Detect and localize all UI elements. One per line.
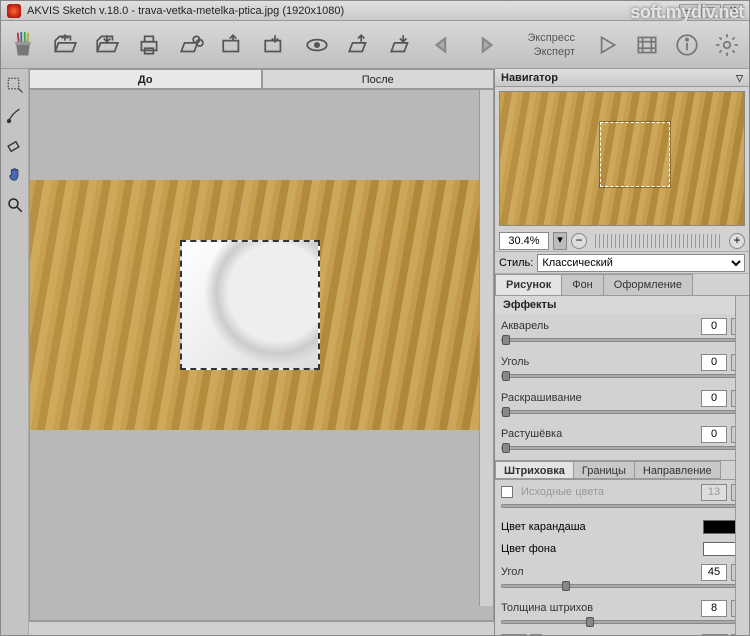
feather-value[interactable]: 0 [701,426,727,443]
minimize-button[interactable]: — [679,4,699,18]
save-icon[interactable] [93,31,121,59]
undo-arrow-icon[interactable] [429,31,457,59]
share-down-icon[interactable] [387,31,415,59]
watercolor-label: Акварель [501,320,697,332]
maximize-button[interactable]: □ [701,4,721,18]
thickness-slider[interactable] [501,620,743,624]
orig-colors-slider [501,504,743,508]
brush-tool-icon[interactable] [5,105,25,125]
coal-slider[interactable] [501,374,743,378]
navigator-title: Навигатор [501,69,558,86]
bg-color-label: Цвет фона [501,543,703,555]
mode-expert[interactable]: Эксперт [527,45,575,59]
film-icon[interactable] [633,31,661,59]
batch-icon[interactable] [177,31,205,59]
eraser-tool-icon[interactable] [5,135,25,155]
effects-title: Эффекты [495,296,749,314]
redo-arrow-icon[interactable] [471,31,499,59]
subtab-stroking[interactable]: Штриховка [495,461,574,479]
preview-selection[interactable] [180,240,320,370]
feather-slider[interactable] [501,446,743,450]
export-icon[interactable] [219,31,247,59]
coloring-label: Раскрашивание [501,392,697,404]
mode-express[interactable]: Экспресс [527,31,575,45]
angle-value[interactable]: 45 [701,564,727,581]
run-icon[interactable] [593,31,621,59]
min-len-value[interactable]: 3 [501,634,527,635]
angle-label: Угол [501,566,697,578]
import-icon[interactable] [261,31,289,59]
canvas-vscrollbar[interactable] [479,90,493,606]
min-len-spinner[interactable]: ▲▼ [530,634,542,635]
close-button[interactable]: ✕ [723,4,743,18]
tab-after[interactable]: После [262,69,495,89]
open-icon[interactable] [51,31,79,59]
pencil-color-label: Цвет карандаша [501,521,703,533]
preview-icon[interactable] [303,31,331,59]
coloring-slider[interactable] [501,410,743,414]
share-up-icon[interactable] [345,31,373,59]
navigator-viewport[interactable] [600,122,670,187]
orig-colors-label: Исходные цвета [521,486,697,498]
main-toolbar: Экспресс Эксперт [1,21,749,69]
left-toolbox [1,69,29,635]
tab-drawing[interactable]: Рисунок [495,274,562,295]
canvas[interactable] [29,89,494,621]
tab-decoration[interactable]: Оформление [603,274,693,295]
print-icon[interactable] [135,31,163,59]
selection-tool-icon[interactable] [5,75,25,95]
brushes-cup-icon[interactable] [9,31,37,59]
zoom-value[interactable]: 30.4% [499,232,549,250]
zoom-in-button[interactable]: + [729,233,745,249]
canvas-hscrollbar[interactable] [29,621,494,635]
panel-collapse-icon[interactable]: ▽ [736,69,743,86]
max-len-value[interactable]: 10 [702,634,728,635]
style-select[interactable]: Классический [537,254,745,272]
coal-value[interactable]: 0 [701,354,727,371]
angle-slider[interactable] [501,584,743,588]
watercolor-slider[interactable] [501,338,743,342]
thickness-value[interactable]: 8 [701,600,727,617]
hand-tool-icon[interactable] [5,165,25,185]
tab-before[interactable]: До [29,69,262,89]
zoom-dropdown[interactable]: ▾ [553,232,567,250]
feather-label: Растушёвка [501,428,697,440]
tab-background[interactable]: Фон [561,274,604,295]
navigator-thumbnail[interactable] [499,91,745,226]
zoom-slider[interactable] [595,234,721,248]
settings-gear-icon[interactable] [713,31,741,59]
coal-label: Уголь [501,356,697,368]
coloring-value[interactable]: 0 [701,390,727,407]
subtab-edges[interactable]: Границы [573,461,635,479]
watercolor-value[interactable]: 0 [701,318,727,335]
app-logo [7,4,21,18]
orig-colors-checkbox[interactable] [501,486,513,498]
info-icon[interactable] [673,31,701,59]
subtab-direction[interactable]: Направление [634,461,721,479]
window-title: AKVIS Sketch v.18.0 - trava-vetka-metelk… [27,5,679,17]
style-label: Стиль: [499,257,533,269]
canvas-image [30,180,479,430]
titlebar: AKVIS Sketch v.18.0 - trava-vetka-metelk… [1,1,749,21]
params-vscrollbar[interactable] [735,296,749,635]
zoom-out-button[interactable]: − [571,233,587,249]
orig-colors-value: 13 [701,484,727,501]
thickness-label: Толщина штрихов [501,602,697,614]
zoom-tool-icon[interactable] [5,195,25,215]
